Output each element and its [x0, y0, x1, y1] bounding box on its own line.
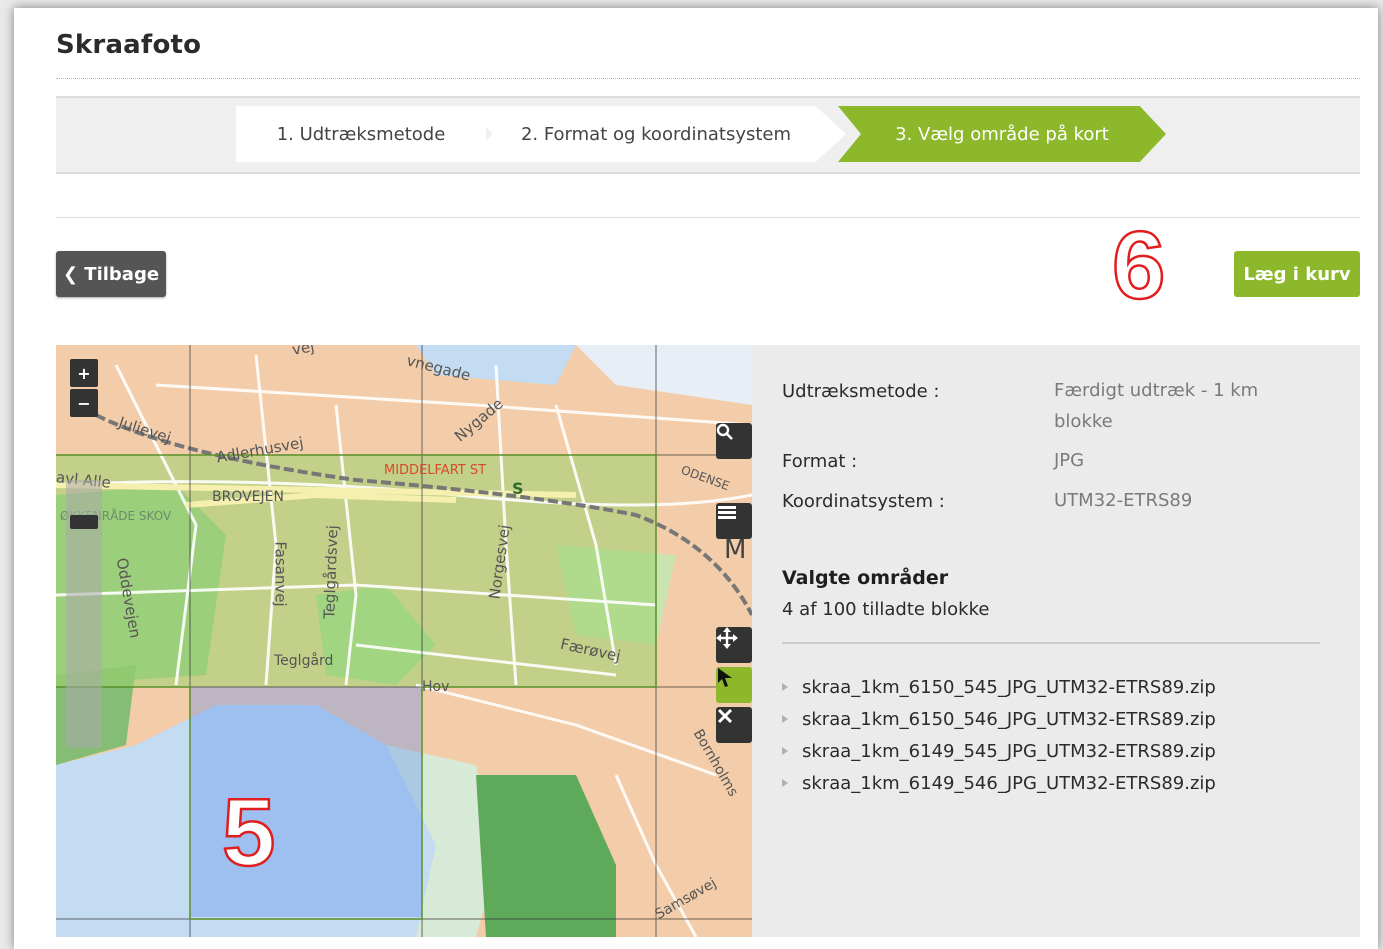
file-list: skraa_1km_6150_545_JPG_UTM32-ETRS89.zip … [782, 671, 1216, 799]
step-2[interactable]: 2. Format og koordinatsystem [466, 106, 846, 162]
map-pan-button[interactable] [716, 627, 752, 663]
map-clear-button[interactable] [716, 707, 752, 743]
file-list-item[interactable]: skraa_1km_6150_546_JPG_UTM32-ETRS89.zip [782, 703, 1216, 735]
file-list-item[interactable]: skraa_1km_6149_546_JPG_UTM32-ETRS89.zip [782, 767, 1216, 799]
divider [782, 642, 1320, 644]
map-label: Hov [422, 679, 450, 695]
map-view[interactable]: vej vnegade Julievej Adlerhusvej Nygade … [56, 345, 752, 937]
wizard-steps: 1. Udtræksmetode 2. Format og koordinats… [56, 96, 1360, 174]
selected-areas-count: 4 af 100 tilladte blokke [782, 599, 990, 620]
map-select-button[interactable] [716, 667, 752, 703]
map-label: Fasanvej [271, 541, 290, 607]
method-label: Udtræksmetode : [782, 381, 940, 402]
clear-icon [717, 708, 733, 724]
order-summary-panel: Udtræksmetode : Færdigt udtræk - 1 km bl… [752, 345, 1360, 937]
expand-arrow-icon [782, 683, 788, 691]
expand-arrow-icon [782, 715, 788, 723]
zoom-slider-handle[interactable] [70, 515, 98, 529]
file-name: skraa_1km_6150_545_JPG_UTM32-ETRS89.zip [802, 676, 1216, 698]
divider [56, 78, 1360, 79]
pan-icon [716, 627, 738, 649]
file-list-item[interactable]: skraa_1km_6149_545_JPG_UTM32-ETRS89.zip [782, 735, 1216, 767]
expand-arrow-icon [782, 747, 788, 755]
zoom-in-button[interactable]: + [70, 359, 98, 387]
map-label: BROVEJEN [212, 489, 284, 505]
map-search-button[interactable] [716, 423, 752, 459]
map-label: Teglgård [274, 653, 334, 669]
crs-value: UTM32-ETRS89 [1054, 490, 1193, 511]
layers-icon [718, 506, 736, 519]
add-to-cart-button[interactable]: Læg i kurv [1234, 251, 1360, 297]
map-label: S [512, 479, 524, 498]
step-1[interactable]: 1. Udtræksmetode [236, 106, 486, 162]
selected-areas-title: Valgte områder [782, 567, 949, 589]
step-1-label: 1. Udtræksmetode [276, 123, 446, 145]
step-2-label: 2. Format og koordinatsystem [520, 123, 792, 145]
select-icon [718, 668, 732, 687]
crs-label: Koordinatsystem : [782, 491, 945, 512]
file-list-item[interactable]: skraa_1km_6150_545_JPG_UTM32-ETRS89.zip [782, 671, 1216, 703]
annotation-marker-5: 5 [221, 779, 277, 886]
format-label: Format : [782, 451, 858, 472]
method-value: Færdigt udtræk - 1 km blokke [1054, 380, 1259, 432]
file-name: skraa_1km_6149_546_JPG_UTM32-ETRS89.zip [802, 772, 1216, 794]
map-label: M [724, 535, 747, 565]
file-name: skraa_1km_6150_546_JPG_UTM32-ETRS89.zip [802, 708, 1216, 730]
file-name: skraa_1km_6149_545_JPG_UTM32-ETRS89.zip [802, 740, 1216, 762]
page-title: Skraafoto [56, 30, 202, 60]
map-label: Teglgårdsvej [320, 524, 342, 620]
zoom-out-button[interactable]: − [70, 389, 98, 417]
format-value: JPG [1054, 450, 1085, 471]
page-card: Skraafoto 1. Udtræksmetode 2. Format og … [14, 8, 1378, 949]
back-button[interactable]: ❮ Tilbage [56, 251, 166, 297]
map-layers-button[interactable] [716, 503, 752, 539]
expand-arrow-icon [782, 779, 788, 787]
annotation-marker-6: 6 [1111, 212, 1167, 319]
step-3-label: 3. Vælg område på kort [895, 123, 1109, 145]
map-label: MIDDELFART ST [384, 463, 487, 478]
search-icon [716, 423, 733, 440]
step-3-active[interactable]: 3. Vælg område på kort [838, 106, 1166, 162]
